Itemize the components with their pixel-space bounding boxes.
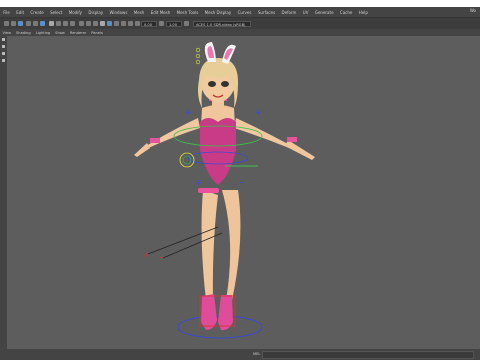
menu-mesh-tools[interactable]: Mesh Tools [173, 10, 201, 15]
3d-viewport[interactable]: + + + + + + [7, 36, 480, 349]
toolbox-rotate-icon[interactable] [2, 52, 5, 55]
panel-menu-renderer[interactable]: Renderer [67, 31, 88, 35]
right-wrist-band [287, 137, 297, 142]
shoulder-r-control[interactable]: + [255, 108, 262, 117]
shoulder-l-control[interactable]: + [185, 108, 192, 117]
snap-grid-icon[interactable] [49, 20, 54, 26]
knee-l-control[interactable]: + [195, 178, 202, 187]
left-shoe [201, 294, 217, 330]
toolbox [0, 36, 7, 76]
panel-menu-shading[interactable]: Shading [14, 31, 34, 35]
select-tool-icon[interactable] [4, 20, 9, 26]
snap-point-icon[interactable] [63, 20, 68, 26]
mel-label[interactable]: MEL [253, 352, 260, 356]
film-gate-icon[interactable] [100, 20, 105, 26]
menu-file[interactable]: File [0, 10, 13, 15]
lasso-tool-icon[interactable] [11, 20, 16, 26]
paint-select-icon[interactable] [18, 20, 23, 26]
menu-help[interactable]: Help [356, 10, 372, 15]
menu-edit[interactable]: Edit [13, 10, 27, 15]
menu-mesh-display[interactable]: Mesh Display [201, 10, 234, 15]
wireframe-icon[interactable] [107, 20, 112, 26]
snap-curve-icon[interactable] [56, 20, 61, 26]
menu-select[interactable]: Select [47, 10, 66, 15]
exposure-field[interactable]: 0.00 [141, 20, 157, 27]
isolate-icon[interactable] [135, 20, 140, 26]
left-eye [208, 81, 216, 87]
panel-menubar: View Shading Lighting Show Renderer Pane… [0, 29, 480, 36]
menu-mesh[interactable]: Mesh [131, 10, 148, 15]
rotate-tool-icon[interactable] [33, 20, 38, 26]
menu-uv[interactable]: UV [300, 10, 312, 15]
panel-menu-show[interactable]: Show [53, 31, 68, 35]
snap-view-icon[interactable] [70, 20, 75, 26]
gamma-field[interactable]: 1.00 [166, 20, 182, 27]
panel-menu-lighting[interactable]: Lighting [33, 31, 53, 35]
command-input[interactable] [262, 351, 474, 359]
smooth-shade-icon[interactable] [114, 20, 119, 26]
toolbox-move-icon[interactable] [2, 45, 5, 48]
gamma-icon[interactable] [159, 20, 164, 26]
menu-windows[interactable]: Windows [106, 10, 130, 15]
camera-icon[interactable] [79, 20, 84, 26]
grid-toggle-icon[interactable] [93, 20, 98, 26]
knee-r-control[interactable]: + [238, 178, 245, 187]
panel-menu-view[interactable]: View [0, 31, 14, 35]
left-wrist-band [150, 138, 160, 143]
viewport-scene[interactable]: + + + + + + [7, 36, 480, 349]
menu-curves[interactable]: Curves [234, 10, 254, 15]
pole-vector-2-icon[interactable]: + [159, 255, 164, 262]
menu-create[interactable]: Create [27, 10, 47, 15]
menu-surfaces[interactable]: Surfaces [255, 10, 279, 15]
menu-deform[interactable]: Deform [278, 10, 299, 15]
workspace-label[interactable]: Wo [470, 8, 476, 13]
right-eye [221, 81, 229, 87]
view-transform-dropdown[interactable]: ACES 1.0 SDR-video (sRGB) [193, 20, 251, 27]
menu-cache[interactable]: Cache [337, 10, 356, 15]
main-menubar: File Edit Create Select Modify Display W… [0, 7, 480, 17]
toolbox-scale-icon[interactable] [2, 59, 5, 62]
menu-display[interactable]: Display [85, 10, 106, 15]
command-line: MEL [0, 349, 480, 360]
viewport-background [7, 36, 480, 349]
leg-garter [198, 188, 219, 193]
scale-tool-icon[interactable] [40, 20, 45, 26]
pole-vector-1-icon[interactable]: + [144, 252, 149, 259]
menu-modify[interactable]: Modify [66, 10, 86, 15]
bookmark-icon[interactable] [86, 20, 91, 26]
color-management-icon[interactable] [184, 20, 189, 26]
menu-generate[interactable]: Generate [312, 10, 337, 15]
toolbox-select-icon[interactable] [2, 38, 5, 41]
lighting-icon[interactable] [128, 20, 133, 26]
maya-window: File Edit Create Select Modify Display W… [0, 7, 480, 360]
textured-icon[interactable] [121, 20, 126, 26]
move-tool-icon[interactable] [26, 20, 31, 26]
panel-menu-panels[interactable]: Panels [89, 31, 106, 35]
menu-edit-mesh[interactable]: Edit Mesh [148, 10, 174, 15]
